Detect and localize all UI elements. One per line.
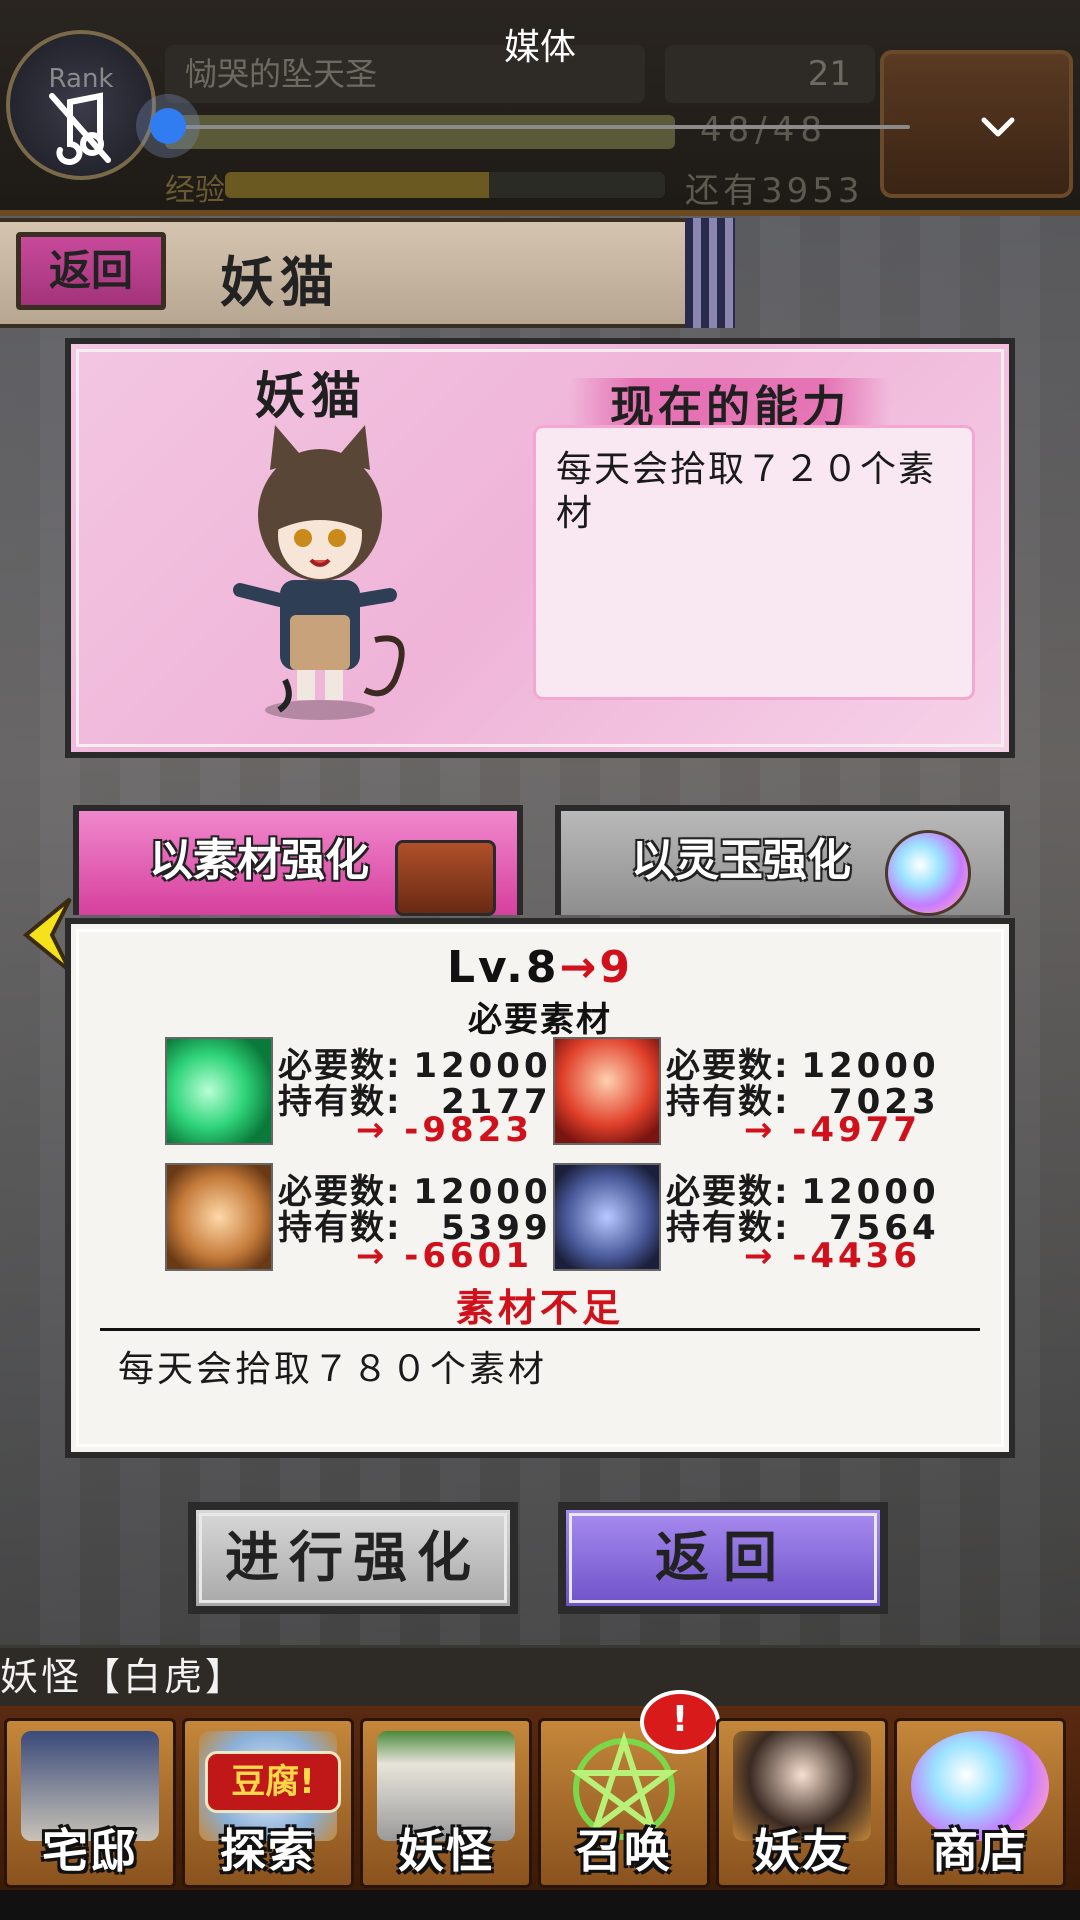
exp-bar xyxy=(225,172,665,198)
material-chest-icon xyxy=(395,840,496,916)
material-3-diff: → -6601 xyxy=(355,1236,533,1276)
material-blue-scale-icon xyxy=(553,1163,661,1271)
media-slider-track[interactable] xyxy=(168,125,910,129)
level-change: Lv.8→9 xyxy=(0,942,1080,993)
back-button[interactable]: 返回 xyxy=(558,1502,888,1614)
stamina-bar xyxy=(165,115,675,149)
tofu-tag: 豆腐! xyxy=(205,1751,341,1813)
nav-shop-label: 商店 xyxy=(932,1824,1028,1878)
material-2-diff: → -4977 xyxy=(743,1110,921,1150)
nav-mansion-label: 宅邸 xyxy=(42,1824,138,1878)
material-1-diff: → -9823 xyxy=(355,1110,533,1150)
system-bottom-strip xyxy=(0,1890,1080,1920)
yokai-cat-sprite xyxy=(233,425,405,720)
nav-friends-label: 妖友 xyxy=(754,1824,850,1878)
yokai-name: 妖猫 xyxy=(255,367,367,425)
nav-yokai-label: 妖怪 xyxy=(398,1824,494,1878)
treasure-chest-icon[interactable] xyxy=(880,50,1073,198)
nav-friends[interactable]: 妖友 xyxy=(716,1718,888,1888)
level-arrow: → xyxy=(559,942,600,993)
nav-shop[interactable]: 商店 xyxy=(894,1718,1066,1888)
header-back-button[interactable]: 返回 xyxy=(16,232,166,310)
exp-remaining: 还有3953 xyxy=(685,171,864,211)
enhance-button[interactable]: 进行强化 xyxy=(188,1502,518,1614)
stamina-fill xyxy=(165,115,675,149)
stamina-text: 48/48 xyxy=(700,110,828,150)
chevron-down-icon[interactable] xyxy=(978,112,1018,142)
music-note-icon[interactable] xyxy=(40,88,120,168)
nav-explore-label: 探索 xyxy=(220,1824,316,1878)
nav-summon-label: 召唤 xyxy=(576,1824,672,1878)
insufficient-materials-text: 素材不足 xyxy=(455,1286,624,1330)
material-green-gem-icon xyxy=(165,1037,273,1145)
material-red-feather-icon xyxy=(553,1037,661,1145)
exp-label: 经验 xyxy=(165,173,225,208)
header-decor-stripe xyxy=(685,218,735,328)
exp-fill xyxy=(225,172,489,198)
material-4-diff: → -4436 xyxy=(743,1236,921,1276)
nav-explore[interactable]: 豆腐! 探索 xyxy=(182,1718,354,1888)
page-title: 妖猫 xyxy=(220,251,340,314)
nav-yokai[interactable]: 妖怪 xyxy=(360,1718,532,1888)
level-to: 9 xyxy=(599,942,633,993)
divider xyxy=(100,1328,980,1331)
media-slider-knob[interactable] xyxy=(150,108,186,144)
nav-mansion[interactable]: 宅邸 xyxy=(4,1718,176,1888)
news-ticker: 妖怪【白虎】 xyxy=(0,1648,1080,1706)
spirit-orb-icon xyxy=(885,830,971,916)
current-ability-text: 每天会拾取７２０个素材 xyxy=(533,425,975,700)
media-title: 媒体 xyxy=(503,27,576,68)
level-from: Lv.8 xyxy=(447,942,560,993)
next-ability-text: 每天会拾取７８０个素材 xyxy=(118,1349,548,1390)
material-copper-scroll-icon xyxy=(165,1163,273,1271)
required-materials-title: 必要素材 xyxy=(468,1000,612,1040)
summon-alert-badge: ! xyxy=(640,1690,720,1754)
